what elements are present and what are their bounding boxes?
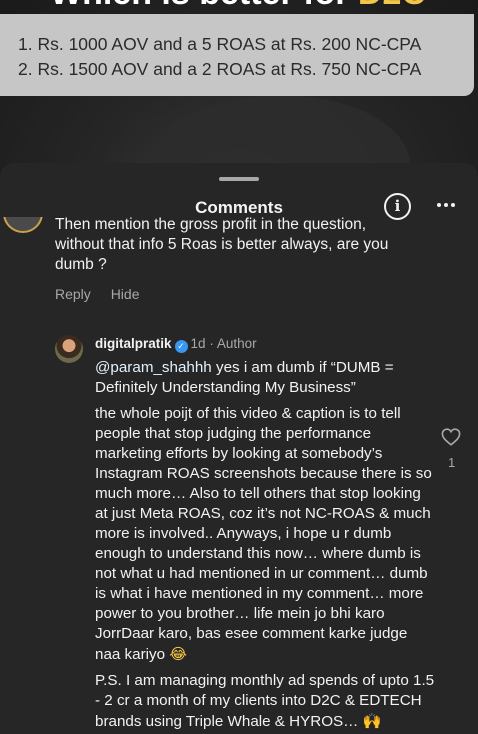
reply-button[interactable]: Reply <box>55 286 91 302</box>
raised-hands-emoji-icon: 🙌 <box>362 712 382 730</box>
hide-button[interactable]: Hide <box>111 286 140 302</box>
reply-meta: digitalpratik ✓ 1d · Author <box>95 336 257 353</box>
sheet-grabber-handle[interactable] <box>219 177 259 181</box>
mention-link[interactable]: @param_shahhh <box>95 359 212 376</box>
reply-text: @param_shahhh yes i am dumb if “DUMB = D… <box>95 359 435 730</box>
avatar[interactable] <box>3 217 43 233</box>
more-options-icon[interactable] <box>437 203 455 209</box>
info-icon[interactable]: i <box>384 193 411 220</box>
video-background: Which is better for D2C? 1. Rs. 1000 AOV… <box>0 0 478 170</box>
author-label: Author <box>216 336 257 351</box>
question-line-1: 1. Rs. 1000 AOV and a 5 ROAS at Rs. 200 … <box>18 34 422 54</box>
video-heading-highlight: D2C? <box>358 0 430 12</box>
laughing-emoji-icon: 😂 <box>169 645 188 663</box>
comment-text: Then mention the gross profit in the que… <box>55 217 389 273</box>
comment-actions: Reply Hide <box>55 286 155 302</box>
heart-icon[interactable] <box>441 428 461 446</box>
avatar[interactable] <box>55 335 83 363</box>
video-question-box: 1. Rs. 1000 AOV and a 5 ROAS at Rs. 200 … <box>0 14 474 96</box>
verified-badge-icon: ✓ <box>174 340 188 353</box>
reply-time: 1d <box>190 336 206 351</box>
like-count: 1 <box>448 455 456 470</box>
video-heading: Which is better for D2C? <box>50 0 430 14</box>
comments-sheet: Comments i Then mention the gross profit… <box>0 163 478 734</box>
video-presenter-silhouette <box>150 95 410 170</box>
question-line-2: 2. Rs. 1500 AOV and a 2 ROAS at Rs. 750 … <box>18 59 422 79</box>
comments-list[interactable]: Then mention the gross profit in the que… <box>0 217 478 734</box>
reply-username[interactable]: digitalpratik <box>95 336 172 351</box>
